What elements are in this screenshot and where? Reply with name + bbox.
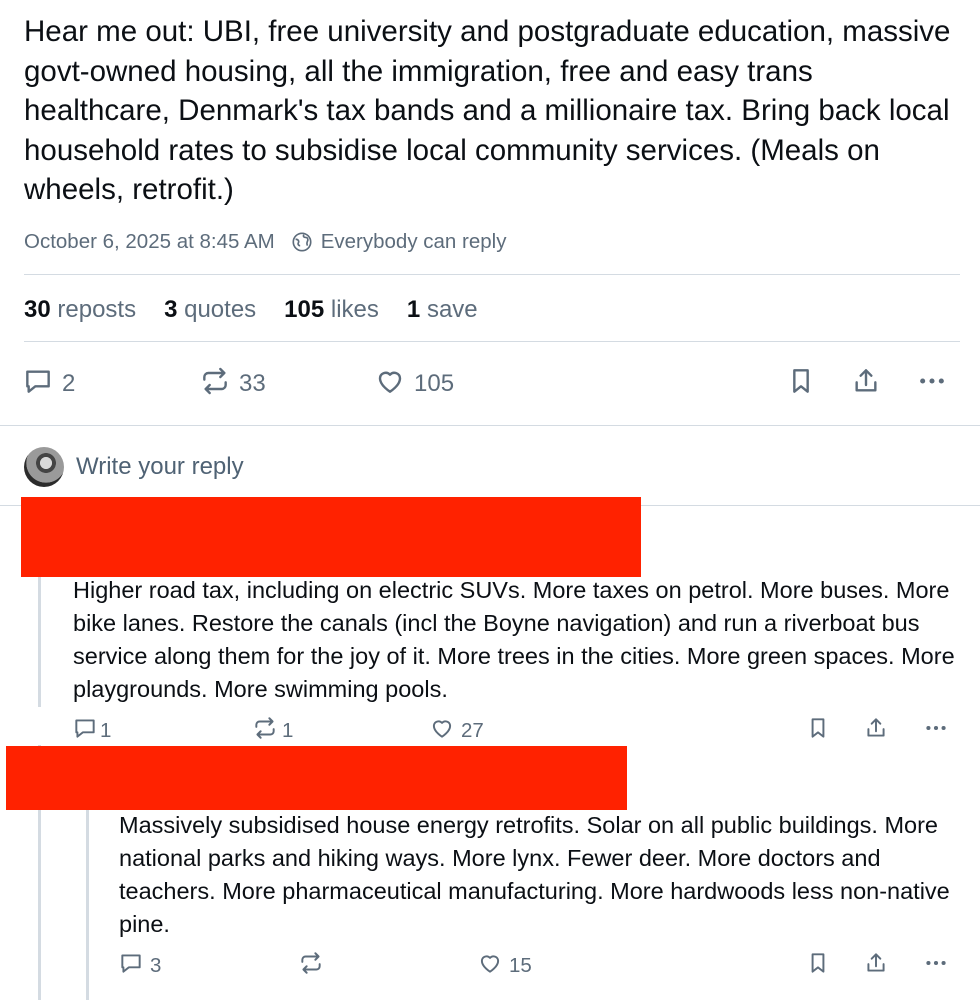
reply-1-text: Higher road tax, including on electric S… — [73, 577, 955, 702]
repost-arrows-icon — [252, 715, 278, 747]
avatar — [24, 447, 64, 487]
bookmark-icon — [785, 365, 817, 404]
reply-1-like-count: 27 — [461, 719, 484, 742]
speech-bubble-icon — [118, 950, 144, 982]
share-icon — [863, 715, 889, 747]
repost-count: 33 — [239, 370, 266, 397]
repost-button[interactable]: 33 — [199, 364, 266, 404]
bookmark-button[interactable] — [785, 364, 817, 404]
reply-count: 2 — [62, 370, 76, 397]
reply-2-bookmark-button[interactable] — [805, 951, 831, 981]
reply-2-more-button[interactable] — [921, 951, 951, 981]
reply-1-repost-count: 1 — [282, 719, 294, 742]
speech-bubble-icon — [72, 715, 98, 747]
quotes-stat[interactable]: 3 quotes — [164, 296, 256, 324]
reply-2-text: Massively subsidised house energy retrof… — [119, 812, 950, 937]
share-icon — [850, 365, 882, 404]
thread-line-nested — [86, 810, 89, 1000]
bookmark-icon — [805, 715, 831, 747]
reply-setting: Everybody can reply — [320, 230, 507, 253]
reply-composer[interactable]: Write your reply — [24, 444, 244, 490]
more-dots-icon — [921, 950, 951, 982]
divider — [24, 274, 960, 275]
post-text: Hear me out: UBI, free university and po… — [24, 15, 951, 206]
like-count: 105 — [414, 370, 455, 397]
more-options-button[interactable] — [915, 364, 949, 404]
reply-button[interactable]: 2 — [22, 364, 75, 404]
heart-icon — [477, 950, 503, 982]
post-stats: 30 reposts 3 quotes 105 likes 1 save — [24, 292, 506, 328]
divider — [0, 425, 980, 426]
reply-2-reply-count: 3 — [150, 954, 162, 977]
reposts-stat[interactable]: 30 reposts — [24, 296, 136, 324]
divider — [24, 341, 960, 342]
share-button[interactable] — [850, 364, 882, 404]
more-dots-icon — [921, 715, 951, 747]
reply-2-share-button[interactable] — [863, 951, 889, 981]
heart-icon — [374, 365, 406, 404]
reply-input-placeholder[interactable]: Write your reply — [76, 453, 244, 481]
bookmark-icon — [805, 950, 831, 982]
post-timestamp[interactable]: October 6, 2025 at 8:45 AM — [24, 230, 275, 254]
repost-arrows-icon — [199, 365, 231, 404]
post-meta: October 6, 2025 at 8:45 AM Everybody can… — [24, 228, 506, 256]
reply-2-like-count: 15 — [509, 954, 532, 977]
share-icon — [863, 950, 889, 982]
heart-icon — [429, 715, 455, 747]
reply-2-like-button[interactable]: 15 — [477, 951, 532, 981]
redacted-author — [21, 497, 641, 577]
saves-stat[interactable]: 1 save — [407, 296, 478, 324]
reply-1-share-button[interactable] — [863, 716, 889, 746]
more-dots-icon — [915, 365, 949, 404]
globe-icon — [291, 231, 313, 253]
reply-2-reply-button[interactable]: 3 — [118, 951, 161, 981]
reply-1-bookmark-button[interactable] — [805, 716, 831, 746]
reply-1-reply-button[interactable]: 1 — [72, 716, 111, 746]
like-button[interactable]: 105 — [374, 364, 454, 404]
reply-1-repost-button[interactable]: 1 — [252, 716, 293, 746]
repost-arrows-icon — [298, 950, 324, 982]
redacted-author — [6, 746, 627, 810]
reply-2-repost-button[interactable] — [298, 951, 332, 981]
likes-stat[interactable]: 105 likes — [284, 296, 379, 324]
speech-bubble-icon — [22, 365, 54, 404]
reply-1-more-button[interactable] — [921, 716, 951, 746]
thread-line — [38, 577, 41, 707]
reply-1-reply-count: 1 — [100, 719, 112, 742]
reply-1-like-button[interactable]: 27 — [429, 716, 484, 746]
